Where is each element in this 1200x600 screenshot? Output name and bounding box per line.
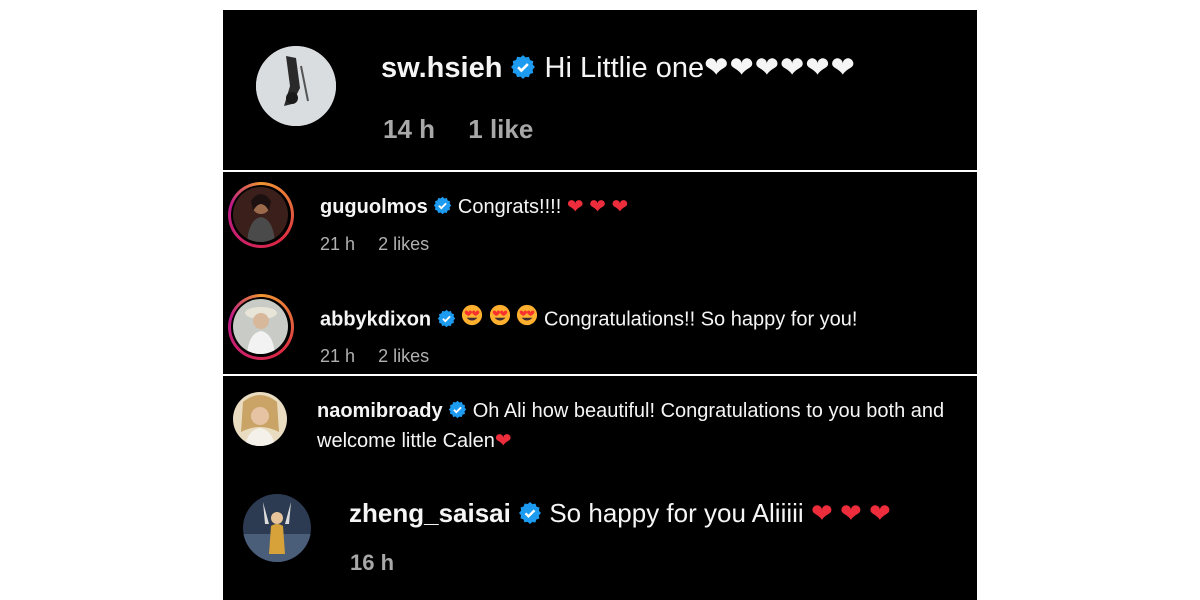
comment-meta: 14 h 1 like — [383, 114, 559, 145]
timestamp: 21 h — [320, 346, 356, 366]
comment-item: abbykdixon Congratulations!! So happy fo… — [223, 172, 977, 374]
likes-count[interactable]: 2 likes — [378, 346, 429, 366]
comment-body: Congratulations!! So happy for you! — [543, 308, 858, 331]
heart-eyes-emoji — [489, 304, 511, 332]
story-ring[interactable] — [228, 294, 294, 360]
avatar[interactable] — [233, 299, 288, 354]
username[interactable]: sw.hsieh — [381, 52, 502, 84]
avatar[interactable] — [243, 494, 311, 562]
comment-meta: 21 h 2 likes — [320, 346, 447, 367]
comment-text-line: zheng_saisai So happy for you Aliiiii ❤︎… — [349, 498, 891, 529]
comment-text-line: sw.hsieh Hi Littlie one❤︎❤︎❤︎❤︎❤︎❤︎ — [381, 50, 856, 85]
comment-panel-1: sw.hsieh Hi Littlie one❤︎❤︎❤︎❤︎❤︎❤︎ 14 h… — [223, 10, 977, 170]
verified-badge-icon — [518, 501, 542, 525]
comment-meta: 16 h — [350, 550, 420, 576]
comment-panel-2: guguolmos Congrats!!!! ❤︎ ❤︎ ❤︎ 21 h 2 l… — [223, 172, 977, 374]
likes-count[interactable]: 1 like — [468, 114, 533, 144]
heart-eyes-emoji — [461, 304, 483, 332]
heart-icon: ❤︎ ❤︎ ❤︎ — [810, 498, 891, 528]
comment-item: zheng_saisai So happy for you Aliiiii ❤︎… — [223, 376, 977, 600]
comment-body: So happy for you Aliiiii — [549, 498, 804, 528]
avatar[interactable] — [256, 46, 336, 126]
comment-body: Hi Littlie one — [544, 52, 705, 84]
heart-eyes-emoji — [516, 304, 538, 332]
timestamp: 14 h — [383, 114, 436, 144]
comment-panel-3: naomibroady Oh Ali how beautiful! Congra… — [223, 376, 977, 600]
verified-badge-icon — [437, 309, 456, 328]
username[interactable]: zheng_saisai — [349, 498, 511, 528]
comment-text-line: abbykdixon Congratulations!! So happy fo… — [320, 304, 858, 334]
verified-badge-icon — [510, 54, 536, 80]
timestamp: 16 h — [350, 550, 395, 575]
username[interactable]: abbykdixon — [320, 308, 431, 330]
heart-icon: ❤︎❤︎❤︎❤︎❤︎❤︎ — [704, 52, 856, 84]
